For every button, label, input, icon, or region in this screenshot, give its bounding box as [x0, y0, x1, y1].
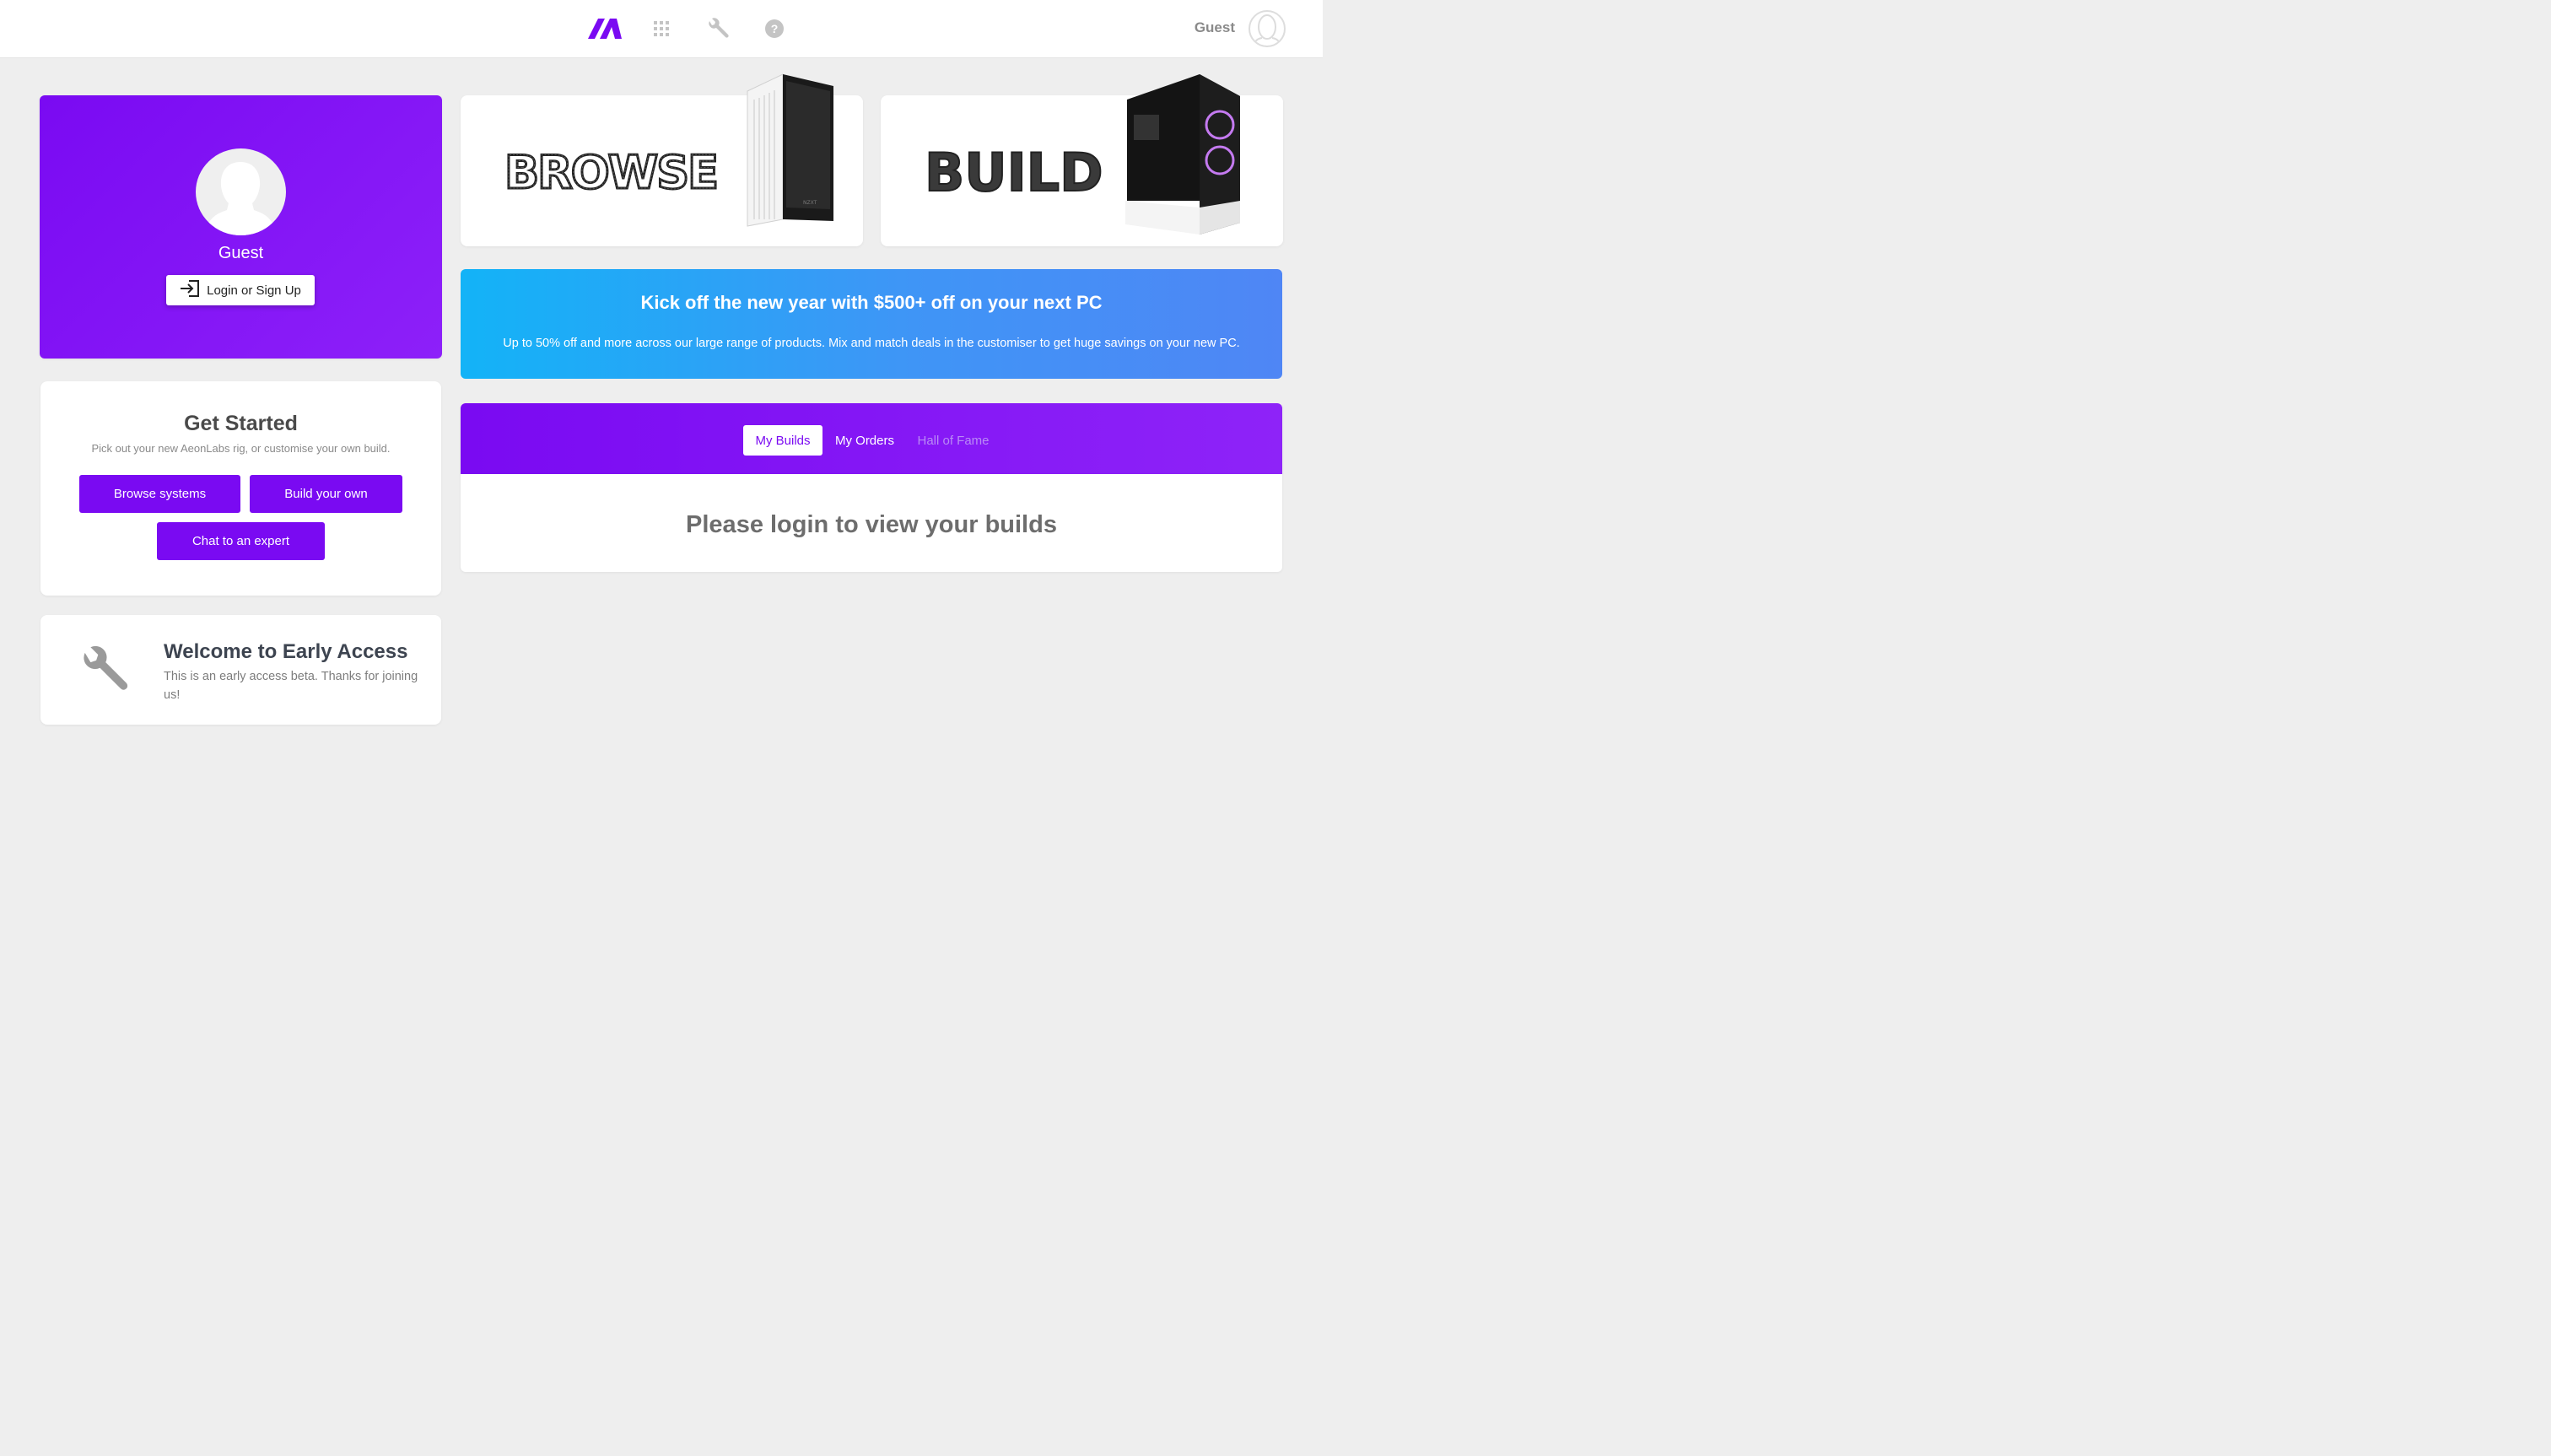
login-button[interactable]: Login or Sign Up — [166, 275, 315, 305]
apps-grid-icon[interactable] — [648, 15, 675, 42]
tab-my-builds[interactable]: My Builds — [743, 425, 822, 456]
chat-expert-button[interactable]: Chat to an expert — [157, 522, 325, 560]
get-started-card: Get Started Pick out your new AeonLabs r… — [40, 381, 441, 596]
browse-tile[interactable]: BROWSE BROWSE NZXT — [461, 73, 863, 246]
build-title: BUILD — [925, 142, 1103, 203]
early-access-title: Welcome to Early Access — [164, 640, 408, 663]
builds-panel: My Builds My Orders Hall of Fame Please … — [461, 403, 1282, 572]
profile-name: Guest — [218, 244, 264, 262]
promo-subtitle: Up to 50% off and more across our large … — [503, 337, 1240, 350]
svg-text:?: ? — [771, 22, 779, 35]
tab-my-orders[interactable]: My Orders — [828, 425, 901, 456]
login-button-label: Login or Sign Up — [207, 283, 301, 298]
header-avatar[interactable] — [1249, 10, 1286, 47]
browse-title-outline: BROWSE — [504, 146, 717, 199]
pc-case-black-image — [1125, 74, 1240, 235]
browse-systems-button[interactable]: Browse systems — [79, 475, 240, 513]
tab-hall-of-fame[interactable]: Hall of Fame — [914, 425, 992, 456]
header-user-name[interactable]: Guest — [1195, 19, 1235, 36]
early-access-text: This is an early access beta. Thanks for… — [164, 670, 418, 702]
early-access-card: Welcome to Early Access This is an early… — [40, 615, 441, 725]
aeon-logo-icon[interactable] — [588, 15, 622, 42]
builds-tab-bar: My Builds My Orders Hall of Fame — [461, 403, 1282, 474]
wrench-icon[interactable] — [704, 15, 731, 42]
promo-banner[interactable]: Kick off the new year with $500+ off on … — [461, 269, 1282, 379]
help-icon[interactable]: ? — [761, 15, 788, 42]
top-navigation-bar: ? Guest — [0, 0, 1323, 58]
promo-title: Kick off the new year with $500+ off on … — [640, 292, 1103, 313]
profile-avatar — [196, 148, 286, 235]
case-brand-label: NZXT — [803, 200, 817, 206]
build-your-own-button[interactable]: Build your own — [250, 475, 402, 513]
wrench-icon — [79, 645, 128, 698]
login-icon — [180, 280, 200, 300]
get-started-subtitle: Pick out your new AeonLabs rig, or custo… — [91, 442, 391, 455]
profile-card: Guest Login or Sign Up — [40, 95, 442, 359]
build-tile[interactable]: BUILD — [881, 74, 1283, 246]
pc-case-white-image: NZXT — [747, 73, 833, 227]
get-started-title: Get Started — [184, 412, 298, 435]
builds-login-message: Please login to view your builds — [686, 511, 1057, 538]
